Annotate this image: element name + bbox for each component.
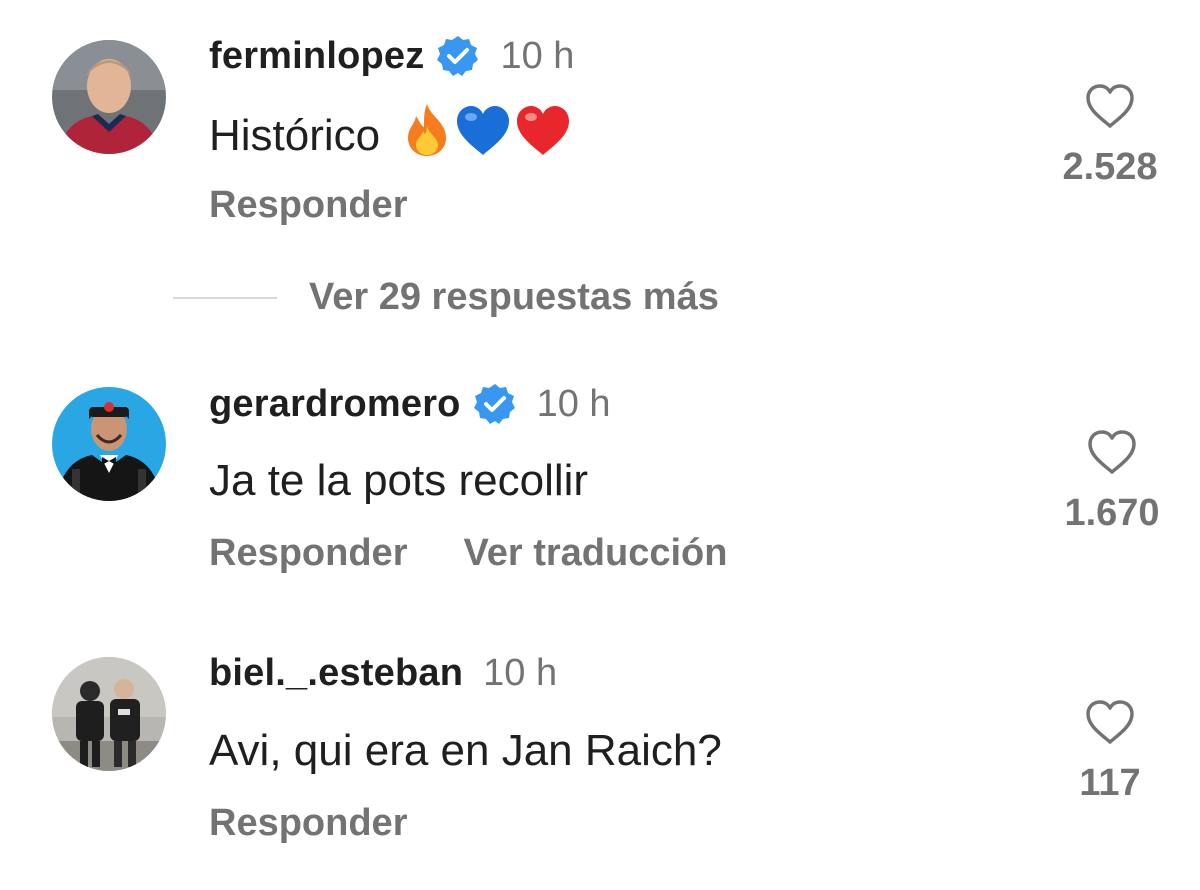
like-group: 2.528 bbox=[1040, 82, 1180, 189]
username[interactable]: gerardromero bbox=[209, 383, 461, 426]
reply-button[interactable]: Responder bbox=[209, 802, 407, 845]
avatar[interactable] bbox=[52, 387, 166, 501]
comment-actions: Responder Ver traducción bbox=[209, 532, 783, 575]
comment-item: biel._.esteban 10 h Avi, qui era en Jan … bbox=[0, 630, 1200, 870]
comment-text-row: Avi, qui era en Jan Raich? bbox=[209, 726, 722, 776]
like-count: 1.670 bbox=[1064, 492, 1160, 534]
username[interactable]: biel._.esteban bbox=[209, 652, 463, 695]
comment-time: 10 h bbox=[483, 652, 558, 694]
like-count: 117 bbox=[1079, 762, 1141, 804]
comment-item: gerardromero 10 h Ja te la pots recollir… bbox=[0, 360, 1200, 600]
comment-item: ferminlopez 10 h Histórico Responder 2.5… bbox=[0, 0, 1200, 260]
view-replies[interactable]: Ver 29 respuestas más bbox=[173, 276, 719, 319]
reply-button[interactable]: Responder bbox=[209, 532, 407, 575]
comment-text: Avi, qui era en Jan Raich? bbox=[209, 726, 722, 775]
verified-badge-icon bbox=[473, 384, 515, 424]
like-group: 1.670 bbox=[1042, 428, 1182, 535]
comment-header: biel._.esteban 10 h bbox=[209, 652, 557, 695]
verified-badge-icon bbox=[437, 36, 479, 76]
heart-icon[interactable] bbox=[1086, 428, 1138, 476]
comment-actions: Responder bbox=[209, 802, 463, 845]
reply-button[interactable]: Responder bbox=[209, 184, 407, 227]
comment-text: Ja te la pots recollir bbox=[209, 456, 589, 505]
heart-icon[interactable] bbox=[1084, 82, 1136, 130]
comment-header: gerardromero 10 h bbox=[209, 382, 611, 426]
fire-emoji-icon bbox=[402, 102, 452, 169]
translate-button[interactable]: Ver traducción bbox=[463, 532, 727, 575]
comment-text-row: Ja te la pots recollir bbox=[209, 456, 588, 506]
username[interactable]: ferminlopez bbox=[209, 35, 424, 78]
comment-header: ferminlopez 10 h bbox=[209, 34, 574, 78]
red-heart-emoji-icon bbox=[514, 103, 572, 168]
like-count: 2.528 bbox=[1062, 146, 1158, 188]
heart-icon[interactable] bbox=[1084, 698, 1136, 746]
avatar[interactable] bbox=[52, 40, 166, 154]
comment-actions: Responder bbox=[209, 184, 463, 227]
view-replies-button[interactable]: Ver 29 respuestas más bbox=[309, 276, 719, 319]
replies-divider bbox=[173, 296, 277, 299]
blue-heart-emoji-icon bbox=[454, 103, 512, 168]
like-group: 117 bbox=[1040, 698, 1180, 805]
comment-time: 10 h bbox=[500, 34, 575, 77]
avatar[interactable] bbox=[52, 657, 166, 771]
comment-text: Histórico bbox=[209, 110, 381, 160]
comment-time: 10 h bbox=[536, 382, 611, 425]
comment-text-row: Histórico bbox=[209, 102, 572, 169]
